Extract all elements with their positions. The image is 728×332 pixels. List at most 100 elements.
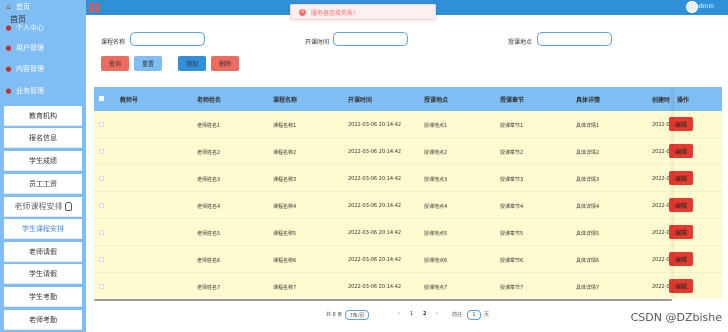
cell-chapter: 授课章节6 [500, 258, 524, 264]
delete-button[interactable]: 删除 [211, 56, 239, 71]
goto-page-input[interactable]: 1 [467, 310, 481, 320]
sidebar-item-business[interactable]: ● 业务管理 [0, 81, 86, 101]
cell-teacher-name: 老师姓名1 [197, 123, 221, 129]
cell-course-name: 课程名称3 [273, 177, 297, 183]
table-row: 老师姓名2 课程名称2 2022-03-06 20:14:42 授课地点2 授课… [94, 138, 722, 165]
overlapping-label: 首页 [10, 15, 26, 24]
sidebar-sub-staff-salary[interactable]: 员工工资 [4, 174, 82, 194]
sidebar-sub-label: 学生考勤 [29, 292, 57, 301]
page-2-button[interactable]: 2 [423, 311, 426, 317]
cell-start-time: 2022-03-06 20:14:42 [348, 149, 402, 155]
hand-cursor-icon [64, 202, 72, 211]
row-checkbox[interactable] [99, 122, 104, 127]
user-icon: ● [5, 23, 12, 32]
cell-start-time: 2022-03-06 20:14:42 [348, 122, 402, 128]
edit-button[interactable]: 编辑 [669, 117, 693, 131]
location-input[interactable] [537, 32, 612, 46]
sidebar-sub-registration[interactable]: 报名信息 [4, 128, 82, 148]
cell-course-name: 课程名称4 [273, 204, 297, 210]
total-count: 共 8 条 [326, 312, 343, 318]
row-checkbox[interactable] [99, 257, 104, 262]
header-teacher-id: 教师号 [120, 97, 139, 104]
sidebar-sub-education-institution[interactable]: 教育机构 [4, 106, 82, 126]
cell-teacher-name: 老师姓名5 [197, 231, 221, 237]
edit-button[interactable]: 编辑 [669, 171, 693, 185]
username[interactable]: admin [695, 3, 714, 10]
add-button[interactable]: 添加 [178, 56, 206, 71]
cell-teacher-name: 老师姓名4 [197, 204, 221, 210]
row-checkbox[interactable] [99, 284, 104, 289]
error-toast: × 服务器连接失败! [290, 4, 436, 20]
sidebar-sub-teacher-attendance[interactable]: 老师考勤 [4, 310, 82, 330]
sidebar-sub-label: 学生成绩 [29, 156, 57, 165]
toast-message: 服务器连接失败! [311, 9, 356, 17]
cell-start-time: 2022-03-06 20:14:42 [348, 203, 402, 209]
row-checkbox[interactable] [99, 176, 104, 181]
query-button[interactable]: 查询 [101, 56, 129, 71]
cell-detail: 具体详情7 [576, 285, 600, 291]
edit-button[interactable]: 编辑 [669, 198, 693, 212]
header-course-name: 课程名称 [273, 97, 298, 104]
sidebar-sub-label: 员工工资 [29, 179, 57, 188]
prev-page-button[interactable]: ‹ [398, 311, 400, 317]
row-checkbox[interactable] [99, 149, 104, 154]
table-row: 老师姓名7 课程名称7 2022-03-06 20:14:42 授课地点7 授课… [94, 273, 722, 299]
cell-course-name: 课程名称1 [273, 123, 297, 129]
cell-start-time: 2022-03-06 20:14:42 [348, 284, 402, 290]
sidebar-item-label: 用户管理 [16, 44, 44, 52]
edit-button[interactable]: 编辑 [669, 144, 693, 158]
sidebar-sub-label: 学生请假 [29, 269, 57, 278]
cell-detail: 具体详情3 [576, 177, 600, 183]
sidebar-sub-student-attendance[interactable]: 学生考勤 [4, 287, 82, 307]
cell-detail: 具体详情2 [576, 150, 600, 156]
cell-course-name: 课程名称2 [273, 150, 297, 156]
cell-course-name: 课程名称5 [273, 231, 297, 237]
business-icon: ● [5, 86, 12, 95]
cell-chapter: 授课章节4 [500, 204, 524, 210]
edit-button[interactable]: 编辑 [669, 279, 693, 293]
sidebar-sub-teacher-schedule[interactable]: 老师课程安排 [4, 197, 82, 217]
sidebar-sub-student-scores[interactable]: 学生成绩 [4, 151, 82, 171]
course-name-input[interactable] [130, 32, 205, 46]
reset-button[interactable]: 重置 [134, 56, 162, 71]
cell-chapter: 授课章节5 [500, 231, 524, 237]
data-table: 教师号 老师姓名 课程名称 开课时间 授课地点 授课章节 具体详情 创建时 操作… [94, 87, 722, 299]
menu-grid-icon[interactable] [90, 3, 99, 12]
location-label: 授课地点 [508, 39, 533, 46]
start-time-label: 开课时间 [305, 39, 330, 46]
sidebar-sub-student-leave[interactable]: 学生请假 [4, 264, 82, 284]
table-row: 老师姓名1 课程名称1 2022-03-06 20:14:42 授课地点1 授课… [94, 111, 722, 138]
cell-teacher-name: 老师姓名7 [197, 285, 221, 291]
cell-detail: 具体详情6 [576, 258, 600, 264]
select-all-checkbox[interactable] [99, 96, 104, 101]
edit-button[interactable]: 编辑 [669, 225, 693, 239]
header-chapter: 授课章节 [500, 97, 525, 104]
sidebar-sub-student-schedule[interactable]: 学生课程安排 [4, 219, 82, 239]
cell-detail: 具体详情1 [576, 123, 600, 129]
cell-location: 授课地点4 [424, 204, 448, 210]
edit-button[interactable]: 编辑 [669, 252, 693, 266]
sidebar-item-label: 首页 [16, 3, 30, 11]
page-size-select[interactable]: 7条/页 [345, 310, 369, 320]
start-time-input[interactable] [333, 32, 408, 46]
header-detail: 具体详情 [576, 97, 601, 104]
horizontal-scrollbar[interactable] [94, 299, 672, 301]
sidebar-sub-teacher-leave[interactable]: 老师请假 [4, 242, 82, 262]
sidebar-item-users[interactable]: ● 用户管理 [0, 38, 86, 58]
page-1-button[interactable]: 1 [410, 311, 413, 317]
table-header: 教师号 老师姓名 课程名称 开课时间 授课地点 授课章节 具体详情 创建时 操作 [94, 87, 722, 111]
goto-label: 前往 [452, 312, 463, 318]
cell-chapter: 授课章节3 [500, 177, 524, 183]
row-checkbox[interactable] [99, 203, 104, 208]
sidebar-sub-label: 老师请假 [29, 247, 57, 256]
cell-course-name: 课程名称7 [273, 285, 297, 291]
sidebar-item-content[interactable]: ● 内容管理 [0, 59, 86, 79]
row-checkbox[interactable] [99, 230, 104, 235]
header-action: 操作 [677, 97, 690, 104]
course-name-label: 课程名称 [101, 39, 126, 46]
cell-location: 授课地点5 [424, 231, 448, 237]
next-page-button[interactable]: › [436, 311, 438, 317]
cell-chapter: 授课章节7 [500, 285, 524, 291]
header-start-time: 开课时间 [348, 97, 373, 104]
cell-teacher-name: 老师姓名3 [197, 177, 221, 183]
